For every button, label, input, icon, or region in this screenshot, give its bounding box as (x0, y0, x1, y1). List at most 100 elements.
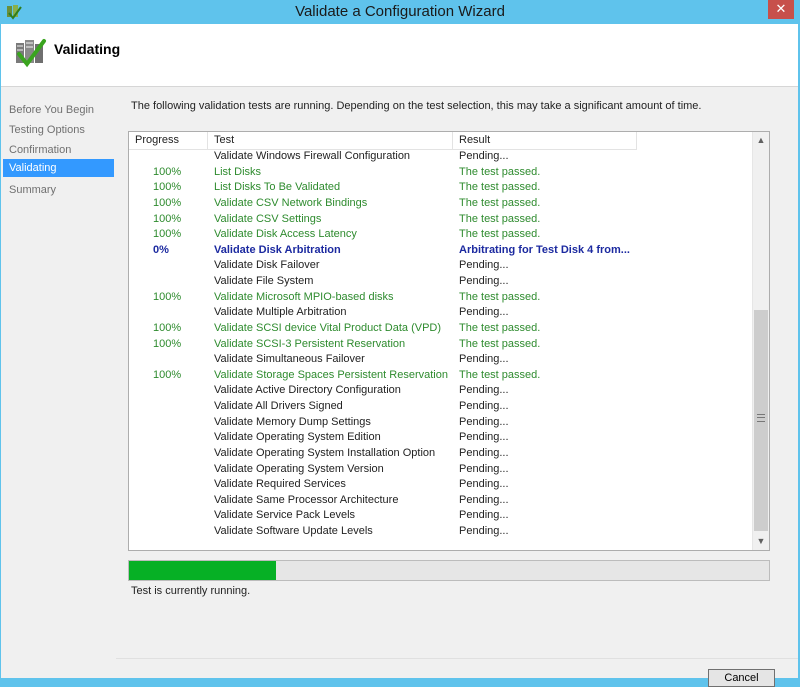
table-row[interactable]: 100% Validate CSV Settings The test passed… (129, 213, 753, 229)
cell-test-name: Validate Storage Spaces Persistent Reser… (214, 368, 448, 381)
cell-progress (129, 353, 208, 369)
cell-progress: 100% (153, 368, 182, 381)
cancel-button[interactable]: Cancel (708, 669, 775, 687)
cell-result: The test passed. (459, 337, 541, 350)
nav-step-before-you-begin[interactable]: Before You Begin (3, 101, 114, 119)
column-header-result[interactable]: Result (453, 132, 637, 150)
cell-test-name: Validate Microsoft MPIO-based disks (214, 290, 394, 303)
cell-result: Pending... (459, 431, 509, 444)
table-row[interactable]: Validate Required Services Pending... (129, 478, 753, 494)
table-row[interactable]: Validate Multiple Arbitration Pending... (129, 306, 753, 322)
cell-result: Pending... (459, 446, 509, 459)
cell-result: Pending... (459, 306, 509, 319)
cell-progress (129, 416, 208, 432)
table-row[interactable]: 100% Validate Disk Access Latency The test… (129, 228, 753, 244)
cell-test-name: Validate All Drivers Signed (214, 400, 343, 412)
cell-progress (129, 400, 208, 416)
table-row[interactable]: Validate Memory Dump Settings Pending... (129, 416, 753, 432)
table-row[interactable]: Validate Service Pack Levels Pending... (129, 509, 753, 525)
cell-result: The test passed. (459, 321, 541, 334)
table-row[interactable]: 100% Validate CSV Network Bindings The tes… (129, 197, 753, 213)
nav-step-validating[interactable]: Validating (3, 159, 114, 177)
column-header-progress[interactable]: Progress (129, 132, 208, 150)
table-row[interactable]: 100% Validate Microsoft MPIO-based disks T… (129, 291, 753, 307)
cell-progress: 0% (153, 243, 169, 256)
description-text: The following validation tests are runni… (131, 100, 702, 112)
cell-test-name: Validate Operating System Edition (214, 431, 381, 444)
wizard-steps-nav: Before You Begin Testing Options Confirm… (1, 87, 116, 678)
cell-progress: 100% (153, 290, 182, 303)
cell-test-name: Validate Same Processor Architecture (214, 493, 399, 506)
cell-progress (129, 150, 208, 166)
scroll-up-arrow-icon[interactable]: ▲ (753, 132, 769, 149)
wizard-header: Validating (1, 24, 798, 87)
wizard-client-area: Validating Before You Begin Testing Opti… (1, 24, 798, 687)
cell-result: The test passed. (459, 228, 541, 241)
table-row[interactable]: 0% Validate Disk Arbitration Arbitrating f… (129, 244, 753, 260)
validation-tests-list[interactable]: Progress Test Result Validate Windows Fi… (128, 131, 770, 551)
cluster-validate-icon (16, 39, 46, 68)
cell-test-name: Validate Simultaneous Failover (214, 353, 365, 366)
cell-test-name: List Disks (214, 165, 262, 178)
table-row[interactable]: 100% Validate SCSI-3 Persistent Reservati… (129, 338, 753, 354)
table-row[interactable]: Validate Disk Failover Pending... (129, 259, 753, 275)
table-row[interactable]: Validate Operating System Edition Pending… (129, 431, 753, 447)
table-row[interactable]: Validate Windows Firewall Configuration P… (129, 150, 753, 166)
nav-step-summary[interactable]: Summary (3, 181, 114, 199)
cell-test-name: Validate Active Directory Configuration (214, 384, 401, 397)
table-row[interactable]: Validate Operating System Installation O… (129, 447, 753, 463)
scroll-down-arrow-icon[interactable]: ▼ (753, 533, 769, 550)
nav-step-confirmation[interactable]: Confirmation (3, 141, 114, 159)
scrollbar-thumb[interactable] (754, 310, 768, 531)
page-title: Validating (54, 41, 121, 57)
table-row[interactable]: Validate Same Processor Architecture Pend… (129, 494, 753, 510)
cell-test-name: Validate SCSI-3 Persistent Reservation (214, 337, 406, 350)
title-bar[interactable]: Validate a Configuration Wizard ✕ (0, 0, 800, 24)
table-row[interactable]: 100% Validate SCSI device Vital Product D… (129, 322, 753, 338)
cell-result: Arbitrating for Test Disk 4 from... (459, 243, 630, 256)
table-row[interactable]: 100% List Disks The test passed. (129, 166, 753, 182)
cell-test-name: Validate Memory Dump Settings (214, 415, 371, 428)
close-button[interactable]: ✕ (768, 0, 794, 19)
vertical-scrollbar[interactable]: ▲ ▼ (752, 132, 769, 550)
cell-test-name: Validate File System (214, 275, 314, 287)
cell-progress (129, 447, 208, 463)
cell-result: Pending... (459, 462, 509, 475)
cell-progress: 100% (153, 181, 182, 194)
table-row[interactable]: Validate Simultaneous Failover Pending... (129, 353, 753, 369)
cell-result: Pending... (459, 384, 509, 397)
cell-test-name: Validate Disk Failover (214, 259, 320, 272)
table-row[interactable]: Validate File System Pending... (129, 275, 753, 291)
table-row[interactable]: 100% List Disks To Be Validated The test p… (129, 181, 753, 197)
table-row[interactable]: Validate Operating System Version Pending… (129, 463, 753, 479)
overall-progress-bar (128, 560, 770, 581)
table-row[interactable]: Validate Software Update Levels Pending..… (129, 525, 753, 541)
cell-result: The test passed. (459, 212, 541, 225)
cell-result: Pending... (459, 509, 509, 522)
table-row[interactable]: 100% Validate Storage Spaces Persistent R… (129, 369, 753, 385)
wizard-window: Validate a Configuration Wizard ✕ Valida… (0, 0, 800, 687)
cell-progress: 100% (153, 196, 182, 209)
nav-step-testing-options[interactable]: Testing Options (3, 121, 114, 139)
column-header-test[interactable]: Test (208, 132, 453, 150)
table-row[interactable]: Validate All Drivers Signed Pending... (129, 400, 753, 416)
cell-test-name: Validate Windows Firewall Configuration (214, 150, 411, 162)
cell-test-name: Validate Required Services (214, 478, 346, 491)
cell-result: Pending... (459, 493, 509, 506)
cell-progress: 100% (153, 165, 182, 178)
cell-result: The test passed. (459, 368, 541, 381)
wizard-content: The following validation tests are runni… (116, 87, 798, 687)
cell-result: Pending... (459, 415, 509, 428)
cell-test-name: Validate Disk Arbitration (214, 243, 341, 256)
cell-progress (129, 431, 208, 447)
footer-divider (116, 658, 798, 659)
cell-result: The test passed. (459, 290, 541, 303)
cell-test-name: Validate Service Pack Levels (214, 509, 356, 522)
table-row[interactable]: Validate Active Directory Configuration P… (129, 384, 753, 400)
cell-test-name: Validate Software Update Levels (214, 525, 373, 537)
cell-test-name: List Disks To Be Validated (214, 181, 341, 194)
cell-progress: 100% (153, 228, 182, 241)
cell-test-name: Validate Disk Access Latency (214, 228, 357, 241)
window-title: Validate a Configuration Wizard (295, 3, 505, 20)
cell-test-name: Validate SCSI device Vital Product Data … (214, 321, 442, 334)
